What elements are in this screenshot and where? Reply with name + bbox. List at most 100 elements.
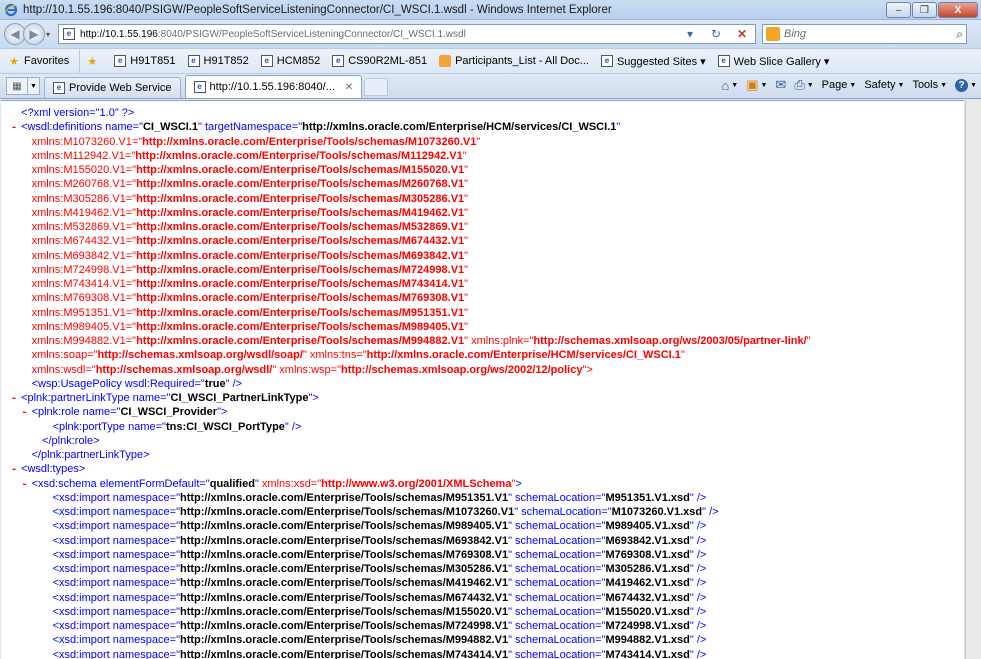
collapse-toggle[interactable]: - — [10, 121, 18, 135]
xml-attribute-value: M305286.V1.xsd — [605, 563, 690, 575]
xml-markup: " /> — [284, 420, 302, 433]
xml-line: <xsd:import namespace="http://xmlns.orac… — [1, 548, 964, 562]
home-button[interactable]: ⌂ ▼ — [721, 78, 738, 93]
xml-line: - <plnk:partnerLinkType name="CI_WSCI_Pa… — [1, 391, 964, 405]
xml-attribute-value: M1073260.V1.xsd — [611, 506, 703, 518]
new-tab-button[interactable] — [364, 78, 389, 96]
xml-markup: <plnk:role name=" — [31, 406, 121, 419]
safety-menu[interactable]: Safety ▼ — [864, 79, 904, 91]
address-field[interactable]: e http://10.1.55.196:8040/PSIGW/PeopleSo… — [58, 24, 757, 44]
xml-namespace-value: http://schemas.xmlsoap.org/ws/2002/12/po… — [340, 363, 583, 376]
xml-attribute-value: M989405.V1.xsd — [605, 520, 690, 533]
xml-namespace-attr: xmlns:xsd=" — [261, 477, 322, 490]
xml-namespace-attr: " — [464, 192, 469, 205]
xml-namespace-value: http://schemas.xmlsoap.org/wsdl/ — [95, 363, 273, 376]
add-favorite-icon[interactable]: ★ — [80, 49, 108, 73]
star-icon: ★ — [9, 55, 19, 68]
favorite-label: Suggested Sites ▾ — [616, 55, 706, 68]
ie-logo-icon — [3, 2, 19, 18]
xml-attribute-value: M951351.V1.xsd — [605, 491, 690, 504]
xml-namespace-value: http://xmlns.oracle.com/Enterprise/Tools… — [136, 178, 465, 191]
recent-pages-dropdown[interactable]: ▾ — [46, 30, 50, 39]
favorite-link[interactable]: Participants_List - All Doc... — [433, 49, 595, 73]
xml-line: <xsd:import namespace="http://xmlns.orac… — [1, 534, 964, 548]
quick-tabs-icon[interactable]: ▦ — [6, 77, 28, 95]
xml-markup: " /> — [689, 577, 707, 590]
favorites-button[interactable]: ★ Favorites — [0, 49, 81, 73]
xml-markup: > — [515, 477, 522, 490]
xml-namespace-attr: "> — [582, 363, 593, 376]
xml-attribute-value: http://xmlns.oracle.com/Enterprise/Tools… — [179, 548, 509, 561]
xml-line: xmlns:M743414.V1="http://xmlns.oracle.co… — [1, 277, 964, 291]
xml-markup: </plnk:role> — [42, 434, 100, 447]
suggested-sites-button[interactable]: e Suggested Sites ▾ — [595, 49, 712, 73]
xml-namespace-attr: " xmlns:tns=" — [302, 349, 367, 362]
restore-button[interactable]: ❐ — [912, 2, 937, 18]
xml-line: <xsd:import namespace="http://xmlns.orac… — [1, 491, 964, 505]
bing-logo-icon — [766, 27, 781, 41]
xml-markup: <?xml version="1.0" ?> — [21, 107, 135, 119]
xml-namespace-attr: " — [464, 206, 469, 219]
minimize-button[interactable]: – — [886, 2, 911, 18]
stop-icon[interactable]: ✕ — [733, 27, 751, 41]
favorite-link[interactable]: e H91T851 — [108, 49, 181, 73]
xml-markup: <xsd:import namespace=" — [52, 591, 180, 604]
xml-namespace-attr: xmlns:M532869.V1=" — [31, 221, 137, 233]
collapse-toggle[interactable]: - — [21, 406, 29, 420]
print-button[interactable]: ⎙ ▼ — [794, 77, 813, 93]
favorite-link[interactable]: e H91T852 — [182, 49, 255, 73]
address-url[interactable]: http://10.1.55.196:8040/PSIGW/PeopleSoft… — [80, 29, 681, 40]
xml-document-view: <?xml version="1.0" ?> - <wsdl:definition… — [1, 100, 964, 659]
page-menu[interactable]: Page ▼ — [822, 79, 857, 91]
collapse-toggle[interactable]: - — [10, 463, 18, 477]
xml-line: </plnk:role> — [1, 434, 964, 448]
page-icon: e — [193, 81, 206, 93]
mail-button[interactable]: ✉ — [775, 77, 786, 93]
forward-arrow-icon[interactable]: ▶ — [23, 23, 45, 45]
page-icon: e — [53, 82, 65, 94]
refresh-icon[interactable]: ↻ — [707, 27, 725, 41]
vertical-scrollbar[interactable] — [965, 100, 981, 659]
collapse-toggle[interactable]: - — [21, 478, 29, 492]
xml-markup: " /> — [702, 506, 719, 518]
xml-namespace-value: http://xmlns.oracle.com/Enterprise/Tools… — [136, 235, 465, 248]
xml-namespace-attr: xmlns:M693842.V1=" — [31, 249, 137, 262]
window-title: http://10.1.55.196:8040/PSIGW/PeopleSoft… — [23, 3, 612, 16]
collapse-toggle[interactable]: - — [10, 392, 18, 406]
xml-namespace-attr: xmlns:soap=" — [31, 349, 98, 362]
xml-line: <xsd:import namespace="http://xmlns.orac… — [1, 591, 964, 605]
search-icon[interactable]: ⌕ — [956, 27, 963, 42]
xml-line: xmlns:M419462.V1="http://xmlns.oracle.co… — [1, 206, 964, 220]
xml-markup: "> — [217, 406, 228, 419]
web-slice-gallery-button[interactable]: e Web Slice Gallery ▾ — [712, 49, 836, 73]
favorites-bar: ★ Favorites ★ e H91T851 e H91T852 e HCM852 … — [0, 48, 981, 74]
help-button[interactable]: ? ▼ — [955, 78, 977, 92]
address-dropdown[interactable]: ▾ — [681, 27, 699, 41]
xml-namespace-attr: " xmlns:plnk=" — [464, 335, 534, 347]
xml-line: <xsd:import namespace="http://xmlns.orac… — [1, 619, 964, 633]
favorite-link[interactable]: e CS90R2ML-851 — [326, 49, 433, 73]
home-icon: ⌂ — [721, 77, 730, 93]
search-field[interactable]: Bing ⌕ — [762, 24, 968, 44]
tools-menu[interactable]: Tools ▼ — [912, 79, 947, 91]
xml-line: xmlns:M1073260.V1="http://xmlns.oracle.c… — [1, 135, 964, 149]
tab-provide-web-service[interactable]: e Provide Web Service — [44, 77, 181, 98]
xml-namespace-attr: " — [680, 349, 685, 362]
tab-list-dropdown[interactable]: ▼ — [28, 77, 40, 95]
close-button[interactable]: X — [938, 2, 978, 18]
xml-markup: " /> — [225, 377, 243, 390]
xml-line: - <xsd:schema elementFormDefault="qualif… — [1, 477, 964, 491]
tab-wsdl[interactable]: e http://10.1.55.196:8040/... ✕ — [184, 75, 363, 98]
xml-line: xmlns:M693842.V1="http://xmlns.oracle.co… — [1, 249, 964, 263]
close-tab-icon[interactable]: ✕ — [345, 82, 353, 93]
favorite-link[interactable]: e HCM852 — [255, 49, 326, 73]
xml-markup: " /> — [689, 591, 707, 604]
feeds-button[interactable]: ▣ ▼ — [746, 77, 767, 93]
xml-namespace-attr: xmlns:M994882.V1=" — [31, 335, 137, 347]
xml-namespace-value: http://www.w3.org/2001/XMLSchema — [321, 477, 512, 490]
xml-line: <xsd:import namespace="http://xmlns.orac… — [1, 519, 964, 533]
xml-markup: " /> — [689, 491, 707, 504]
xml-markup: " — [616, 121, 621, 134]
xml-markup: <wsdl:types> — [21, 463, 86, 476]
xml-markup: <xsd:import namespace=" — [52, 563, 180, 575]
